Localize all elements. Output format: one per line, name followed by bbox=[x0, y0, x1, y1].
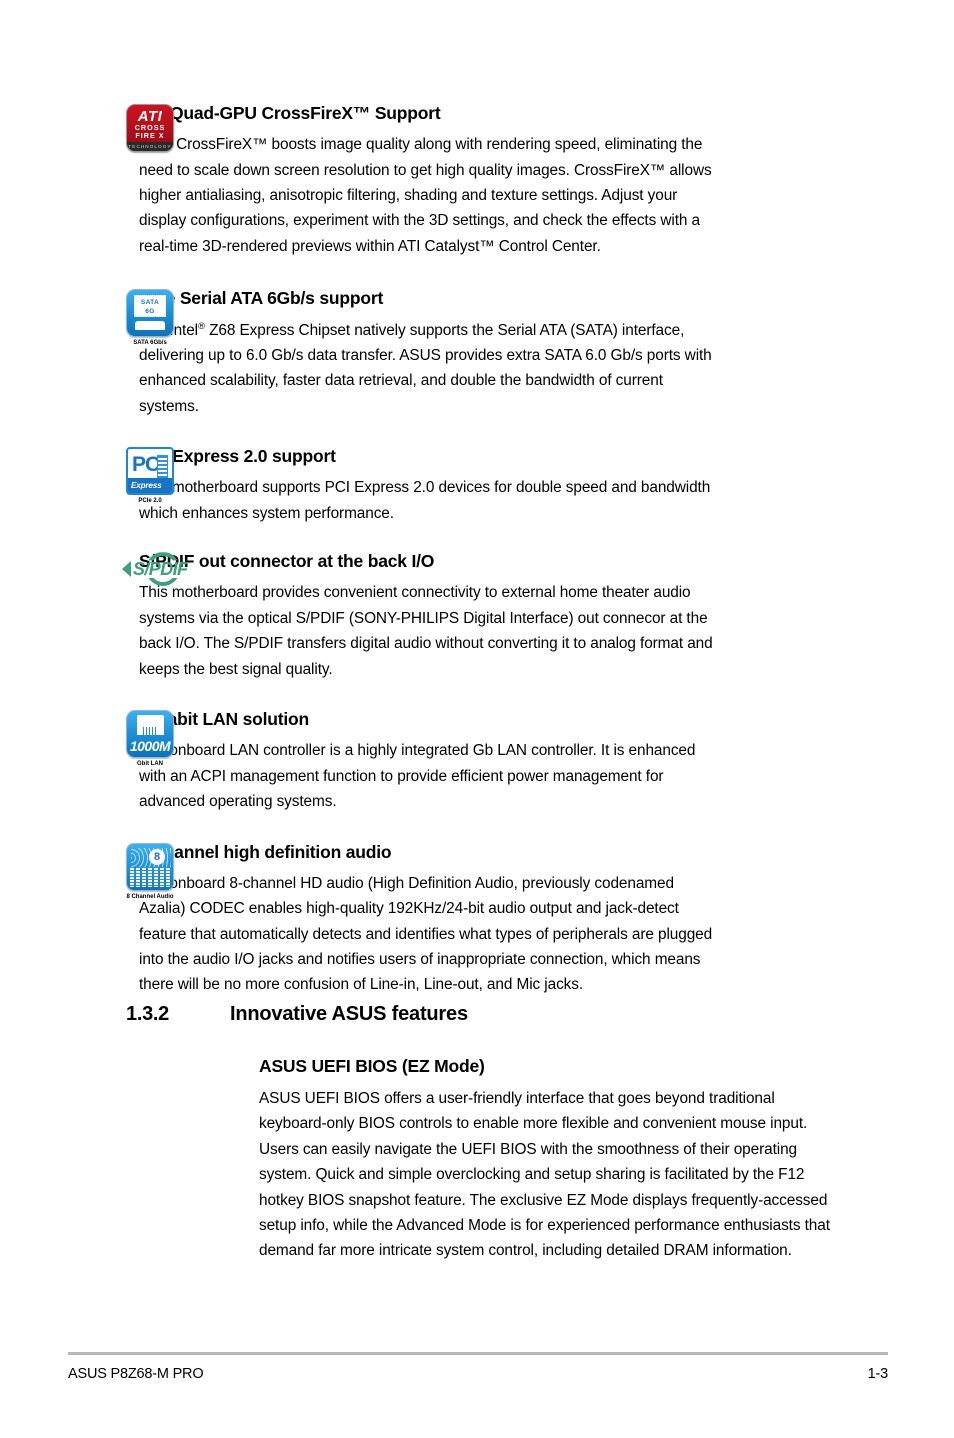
equalizer-graphic bbox=[130, 866, 172, 887]
8-channel-audio-icon: 8 8 Channel Audio bbox=[126, 842, 181, 900]
ati-brand-text: ATI bbox=[137, 108, 163, 125]
pcie-band: Express 2.0 bbox=[128, 478, 172, 495]
spdif-label-text: S/PDIF bbox=[133, 559, 188, 580]
ati-firex-text: FIRE X bbox=[135, 131, 165, 140]
feature-spdif: S/PDIF S/PDIF out connector at the back … bbox=[0, 551, 954, 682]
subsection-uefi-bios: ASUS UEFI BIOS (EZ Mode) ASUS UEFI BIOS … bbox=[259, 1056, 839, 1264]
section-number: 1.3.2 bbox=[126, 1003, 169, 1025]
subsection-heading: ASUS UEFI BIOS (EZ Mode) bbox=[259, 1056, 485, 1076]
audio-icon-caption: 8 Channel Audio bbox=[126, 893, 174, 900]
ati-crossfirex-icon: ATI CROSS FIRE X TECHNOLOGY bbox=[126, 104, 174, 152]
feature-sata-6gbs: SATA 6G SATA 6Gb/s True Serial ATA 6Gb/s… bbox=[0, 289, 954, 419]
icon-column: SATA 6G SATA 6Gb/s bbox=[0, 289, 174, 346]
sata-chip-graphic: SATA 6G bbox=[134, 295, 166, 318]
gigabit-lan-icon: 1000M Gbit LAN bbox=[126, 710, 174, 767]
ati-technology-text: TECHNOLOGY bbox=[127, 142, 173, 151]
feature-heading: Gigabit LAN solution bbox=[139, 709, 310, 730]
pci-express-icon: PC Express 2.0 PCIe 2.0 bbox=[126, 447, 174, 504]
icon-column: 1000M Gbit LAN bbox=[0, 710, 174, 767]
pcie-version-text: 2.0 bbox=[131, 494, 146, 495]
footer-divider bbox=[68, 1352, 888, 1355]
feature-heading: 8-channel high definition audio bbox=[139, 841, 392, 862]
footer-product-name: ASUS P8Z68-M PRO bbox=[68, 1366, 204, 1382]
section-title: Innovative ASUS features bbox=[230, 1003, 468, 1025]
pcie-icon-caption: PCIe 2.0 bbox=[138, 498, 162, 505]
registered-mark: ® bbox=[198, 320, 205, 332]
sata-chip-line2: 6G bbox=[145, 308, 155, 316]
icon-column: 8 8 Channel Audio bbox=[0, 842, 174, 900]
manual-page: ATI CROSS FIRE X TECHNOLOGY ATI Quad-GPU… bbox=[0, 0, 954, 1438]
icon-column: S/PDIF bbox=[0, 552, 188, 588]
feature-heading: ATI Quad-GPU CrossFireX™ Support bbox=[139, 103, 441, 123]
icon-column: PC Express 2.0 PCIe 2.0 bbox=[0, 447, 174, 504]
subsection-body: ASUS UEFI BIOS offers a user-friendly in… bbox=[259, 1090, 830, 1260]
icon-column: ATI CROSS FIRE X TECHNOLOGY bbox=[0, 104, 174, 152]
feature-body: This motherboard supports PCI Express 2.… bbox=[139, 479, 711, 522]
sata-6gbs-icon: SATA 6G SATA 6Gb/s bbox=[126, 289, 174, 346]
feature-body: The onboard 8-channel HD audio (High Def… bbox=[139, 874, 713, 994]
feature-heading: PCI Express 2.0 support bbox=[139, 446, 336, 467]
feature-body: ATI's CrossFireX™ boosts image quality a… bbox=[139, 136, 712, 255]
feature-8channel-audio: 8 8 Channel Audio 8-channel high definit… bbox=[0, 841, 954, 998]
channel-count-text: 8 bbox=[149, 848, 165, 865]
text-column: Gigabit LAN solution The onboard LAN con… bbox=[135, 709, 715, 814]
feature-gigabit-lan: 1000M Gbit LAN Gigabit LAN solution The … bbox=[0, 709, 954, 814]
feature-body: This motherboard provides convenient con… bbox=[139, 584, 713, 678]
feature-heading: True Serial ATA 6Gb/s support bbox=[139, 288, 384, 309]
footer-page-number: 1-3 bbox=[867, 1366, 889, 1382]
feature-body-part2: Z68 Express Chipset natively supports th… bbox=[139, 321, 712, 415]
lan-speed-text: 1000M bbox=[129, 738, 171, 755]
text-column: S/PDIF out connector at the back I/O Thi… bbox=[135, 551, 715, 682]
pcie-bars-graphic bbox=[157, 455, 168, 480]
feature-pci-express: PC Express 2.0 PCIe 2.0 PCI Express 2.0 … bbox=[0, 446, 954, 526]
text-column: True Serial ATA 6Gb/s support The Intel®… bbox=[135, 289, 715, 419]
lan-icon-caption: Gbit LAN bbox=[137, 761, 163, 768]
page-footer: ASUS P8Z68-M PRO 1-3 bbox=[68, 1352, 888, 1382]
feature-heading: S/PDIF out connector at the back I/O bbox=[139, 551, 435, 572]
text-column: 8-channel high definition audio The onbo… bbox=[135, 841, 715, 998]
footer-row: ASUS P8Z68-M PRO 1-3 bbox=[68, 1366, 888, 1382]
rj45-jack-graphic bbox=[136, 715, 164, 736]
feature-ati-crossfirex: ATI CROSS FIRE X TECHNOLOGY ATI Quad-GPU… bbox=[0, 103, 954, 259]
feature-body: The onboard LAN controller is a highly i… bbox=[139, 742, 696, 811]
sata-chip-line1: SATA bbox=[140, 299, 160, 307]
section-heading: 1.3.2 Innovative ASUS features bbox=[126, 1003, 846, 1026]
pcie-express-text: Express bbox=[131, 481, 162, 491]
text-column: PCI Express 2.0 support This motherboard… bbox=[135, 446, 715, 526]
feature-body: The Intel® Z68 Express Chipset natively … bbox=[139, 318, 715, 420]
feature-list: ATI CROSS FIRE X TECHNOLOGY ATI Quad-GPU… bbox=[0, 103, 954, 1006]
text-column: ATI Quad-GPU CrossFireX™ Support ATI's C… bbox=[135, 103, 715, 259]
sata-connector-graphic bbox=[135, 321, 165, 331]
sata-icon-caption: SATA 6Gb/s bbox=[133, 340, 167, 347]
spdif-icon: S/PDIF bbox=[120, 552, 188, 588]
speaker-icon bbox=[122, 561, 131, 578]
